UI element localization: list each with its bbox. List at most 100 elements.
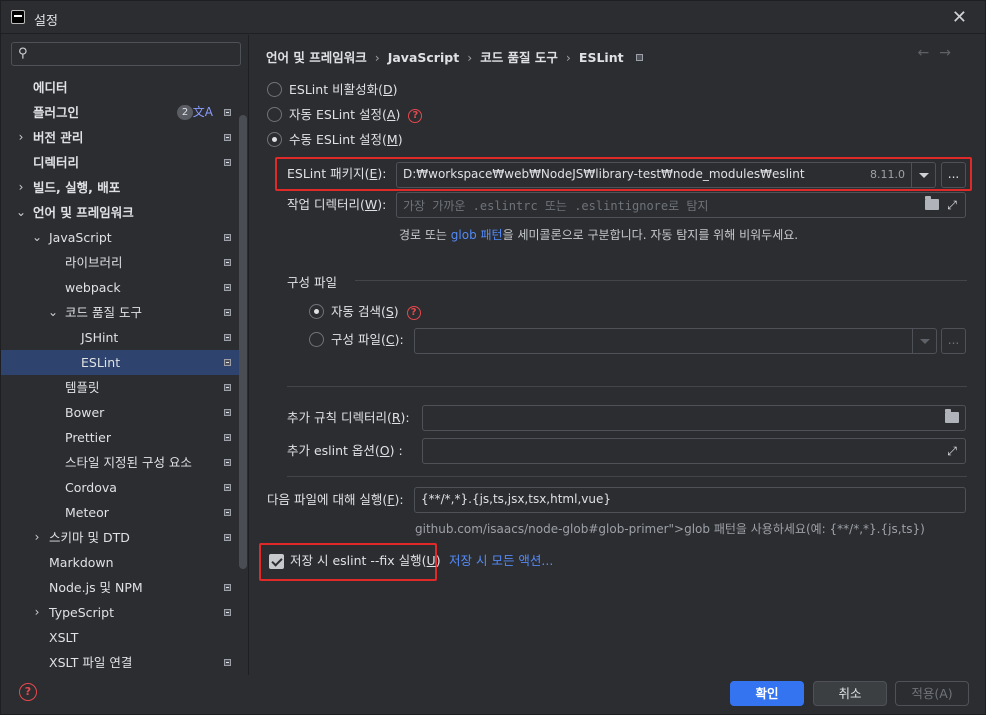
browse-package-button[interactable]: ...: [941, 162, 966, 188]
chevron-down-icon[interactable]: ⌄: [31, 225, 43, 250]
forward-arrow-icon[interactable]: →: [939, 45, 961, 61]
sidebar-item-label: webpack: [65, 280, 121, 295]
sidebar-item-bower[interactable]: Bower: [1, 400, 239, 425]
project-scope-icon: [224, 234, 231, 241]
sidebar-item-directories[interactable]: 디렉터리: [1, 150, 239, 175]
project-scope-icon: [224, 159, 231, 166]
folder-icon[interactable]: [925, 196, 939, 210]
project-scope-icon: [224, 409, 231, 416]
sidebar-item-code-quality[interactable]: ⌄ 코드 품질 도구: [1, 300, 239, 325]
radio-label: 자동 검색(S)?: [331, 302, 421, 322]
radio-button[interactable]: [309, 332, 324, 347]
sidebar-item-prettier[interactable]: Prettier: [1, 425, 239, 450]
sidebar-item-label: 디렉터리: [33, 155, 80, 170]
chevron-down-icon[interactable]: [912, 329, 936, 353]
folder-icon[interactable]: [945, 409, 959, 423]
update-count-badge: 2: [177, 105, 193, 120]
sidebar-item-styled-components[interactable]: 스타일 지정된 구성 요소: [1, 450, 239, 475]
sidebar-item-languages[interactable]: ⌄ 언어 및 프레임워크: [1, 200, 239, 225]
settings-search[interactable]: ⚲: [11, 42, 241, 66]
chevron-down-icon[interactable]: [911, 163, 935, 187]
sidebar-item-plugins[interactable]: 플러그인 2 文A: [1, 100, 239, 125]
fix-on-save-label[interactable]: 저장 시 eslint --fix 실행(U): [290, 551, 441, 571]
chevron-right-icon[interactable]: ›: [31, 525, 43, 550]
working-dir-label: 작업 디렉터리(W):: [287, 197, 387, 212]
eslint-package-combobox[interactable]: D:₩workspace₩web₩NodeJS₩library-test₩nod…: [396, 162, 936, 188]
chevron-down-icon[interactable]: ⌄: [15, 200, 27, 225]
breadcrumb-item: ESLint: [578, 50, 624, 65]
radio-button[interactable]: [267, 82, 282, 97]
help-icon[interactable]: ?: [408, 108, 423, 123]
sidebar-item-xslt-associations[interactable]: XSLT 파일 연결: [1, 650, 239, 675]
radio-label: ESLint 비활성화(D): [289, 82, 398, 97]
cancel-button[interactable]: 취소: [813, 681, 887, 706]
sidebar-item-nodejs[interactable]: Node.js 및 NPM: [1, 575, 239, 600]
chevron-right-icon[interactable]: ›: [31, 600, 43, 625]
working-dir-placeholder: 가장 가까운 .eslintrc 또는 .eslintignore로 탐지: [403, 199, 709, 213]
sidebar-item-webpack[interactable]: webpack: [1, 275, 239, 300]
project-scope-icon: [224, 284, 231, 291]
sidebar-item-xslt[interactable]: XSLT: [1, 625, 239, 650]
sidebar-item-templates[interactable]: 템플릿: [1, 375, 239, 400]
window-title: 설정: [34, 14, 58, 29]
sidebar-item-label: 플러그인: [33, 105, 80, 120]
sidebar-item-label: 라이브러리: [65, 255, 123, 270]
sidebar-item-libraries[interactable]: 라이브러리: [1, 250, 239, 275]
chevron-down-icon[interactable]: ⌄: [47, 300, 59, 325]
sidebar-item-jshint[interactable]: JSHint: [1, 325, 239, 350]
project-scope-icon: [224, 609, 231, 616]
extra-options-input[interactable]: ⤢: [422, 438, 966, 464]
sidebar-item-javascript[interactable]: ⌄ JavaScript: [1, 225, 239, 250]
close-icon[interactable]: ✕: [952, 7, 967, 28]
sidebar-item-label: Markdown: [49, 555, 114, 570]
path-hint: 경로 또는 glob 패턴을 세미콜론으로 구분합니다. 자동 탐지를 위해 비…: [399, 228, 799, 242]
settings-dialog: 설정 ✕ ⚲ 에디터 플러그인 2 文A › 버전 관리 디렉터리 › 빌드, …: [0, 0, 986, 715]
radio-button[interactable]: [267, 107, 282, 122]
fix-on-save-checkbox[interactable]: [269, 554, 284, 569]
help-icon[interactable]: ?: [406, 305, 421, 320]
search-input[interactable]: [34, 45, 234, 63]
eslint-package-path: D:₩workspace₩web₩NodeJS₩library-test₩nod…: [403, 167, 805, 181]
dialog-footer: ? 확인 취소 적용(A): [1, 675, 985, 714]
chevron-right-icon[interactable]: ›: [15, 175, 27, 200]
chevron-right-icon[interactable]: ›: [15, 125, 27, 150]
project-scope-icon: [224, 509, 231, 516]
project-scope-icon: [224, 534, 231, 541]
ok-button[interactable]: 확인: [730, 681, 804, 706]
radio-button[interactable]: [267, 132, 282, 147]
project-scope-icon: [224, 459, 231, 466]
project-scope-icon: [224, 434, 231, 441]
radio-button[interactable]: [309, 304, 324, 319]
project-scope-icon: [224, 334, 231, 341]
sidebar-item-schemas-dtd[interactable]: › 스키마 및 DTD: [1, 525, 239, 550]
project-scope-icon: [224, 584, 231, 591]
sidebar-item-markdown[interactable]: Markdown: [1, 550, 239, 575]
sidebar-item-eslint[interactable]: ESLint: [1, 350, 239, 375]
sidebar-item-cordova[interactable]: Cordova: [1, 475, 239, 500]
sidebar-item-build[interactable]: › 빌드, 실행, 배포: [1, 175, 239, 200]
expand-icon[interactable]: ⤢: [945, 444, 959, 458]
expand-icon[interactable]: ⤢: [945, 198, 959, 212]
apply-button[interactable]: 적용(A): [895, 681, 969, 706]
browse-config-button[interactable]: ...: [941, 328, 966, 354]
extra-rules-input[interactable]: [422, 405, 966, 431]
sidebar-item-editor[interactable]: 에디터: [1, 75, 239, 100]
run-for-files-input[interactable]: {**/*,*}.{js,ts,jsx,tsx,html,vue}: [414, 487, 966, 513]
run-for-files-value: {**/*,*}.{js,ts,jsx,tsx,html,vue}: [421, 492, 611, 506]
project-scope-icon: [224, 309, 231, 316]
sidebar-item-label: 언어 및 프레임워크: [33, 205, 134, 220]
project-scope-icon: [224, 109, 231, 116]
sidebar-item-version-control[interactable]: › 버전 관리: [1, 125, 239, 150]
help-icon[interactable]: ?: [19, 683, 37, 701]
working-dir-input[interactable]: 가장 가까운 .eslintrc 또는 .eslintignore로 탐지 ⤢: [396, 192, 966, 218]
sidebar-item-meteor[interactable]: Meteor: [1, 500, 239, 525]
sidebar-scrollbar[interactable]: [239, 115, 247, 569]
sidebar-item-label: XSLT 파일 연결: [49, 655, 133, 670]
sidebar-item-typescript[interactable]: › TypeScript: [1, 600, 239, 625]
config-file-combobox[interactable]: [414, 328, 937, 354]
glob-pattern-link[interactable]: glob 패턴: [451, 228, 503, 242]
all-save-actions-link[interactable]: 저장 시 모든 액션...: [449, 551, 553, 571]
section-divider: [287, 476, 967, 477]
back-arrow-icon[interactable]: ←: [918, 45, 940, 61]
project-scope-icon: [224, 259, 231, 266]
